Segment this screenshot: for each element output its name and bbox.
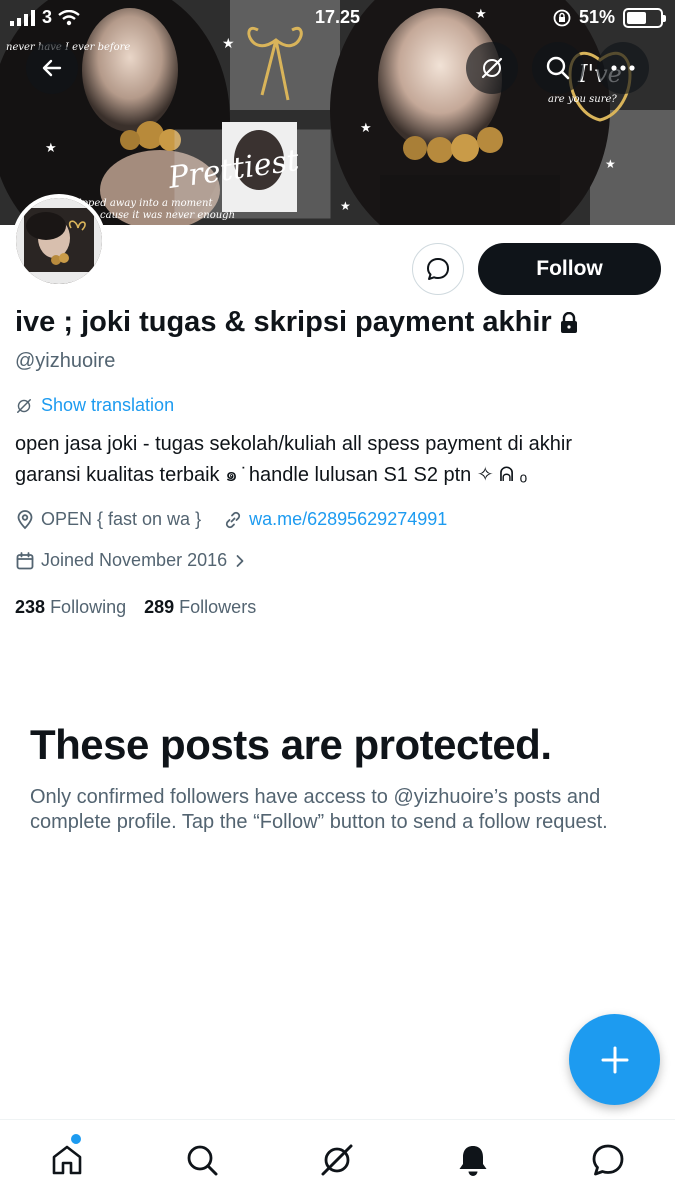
message-icon bbox=[592, 1144, 624, 1176]
website-item[interactable]: wa.me/62895629274991 bbox=[223, 509, 447, 530]
status-bar: 3 17.25 51% bbox=[0, 0, 675, 36]
bell-icon bbox=[459, 1146, 487, 1176]
profile-bio: open jasa joki - tugas sekolah/kuliah al… bbox=[15, 429, 660, 491]
status-right: 51% bbox=[553, 7, 666, 28]
banner-text-6: cause it was never enough bbox=[100, 210, 235, 221]
link-icon bbox=[226, 511, 241, 528]
show-translation-link[interactable]: Show translation bbox=[15, 395, 174, 416]
location-text: OPEN { fast on wa } bbox=[41, 509, 202, 529]
back-arrow-icon bbox=[42, 59, 62, 77]
svg-text:★: ★ bbox=[45, 141, 57, 156]
profile-avatar[interactable] bbox=[12, 194, 106, 288]
grok-translate-icon bbox=[17, 398, 31, 413]
nav-notifications[interactable] bbox=[453, 1140, 493, 1180]
bio-line-2: garansi kualitas terbaik ๑ ̇ handle lulu… bbox=[15, 464, 528, 486]
notification-dot bbox=[71, 1134, 81, 1144]
follow-button[interactable]: Follow bbox=[478, 243, 661, 295]
joined-date-row[interactable]: Joined November 2016 bbox=[15, 550, 247, 571]
chevron-right-icon bbox=[236, 554, 244, 567]
display-name-row: ive ; joki tugas & skripsi payment akhir bbox=[15, 306, 578, 339]
grok-icon bbox=[481, 57, 503, 79]
svg-text:★: ★ bbox=[360, 121, 372, 136]
user-handle: @yizhuoire bbox=[15, 350, 116, 372]
nav-grok[interactable] bbox=[317, 1140, 357, 1180]
follow-counts: 238 Following 289 Followers bbox=[15, 597, 256, 618]
message-icon bbox=[427, 258, 449, 280]
bio-line-1: open jasa joki - tugas sekolah/kuliah al… bbox=[15, 433, 572, 455]
show-translation-label: Show translation bbox=[41, 395, 175, 415]
protected-description: Only confirmed followers have access to … bbox=[30, 786, 608, 833]
home-icon bbox=[52, 1145, 82, 1175]
compose-fab-button[interactable] bbox=[569, 1014, 660, 1105]
orientation-lock-icon bbox=[553, 9, 571, 26]
search-icon bbox=[546, 56, 570, 80]
plus-icon bbox=[601, 1046, 628, 1073]
following-count: 238 bbox=[15, 597, 46, 617]
protected-title: These posts are protected. bbox=[30, 721, 552, 768]
joined-date: Joined November 2016 bbox=[41, 550, 228, 570]
grok-icon bbox=[321, 1144, 353, 1176]
nav-messages[interactable] bbox=[588, 1140, 628, 1180]
profile-banner[interactable]: ★ ★ ★ ★ ★ ★ never have I ever before Pre… bbox=[0, 0, 675, 225]
bottom-navigation bbox=[0, 1119, 675, 1200]
search-icon bbox=[187, 1145, 218, 1176]
website-link[interactable]: wa.me/62895629274991 bbox=[249, 509, 447, 530]
banner-text-3: are you sure? bbox=[548, 94, 617, 105]
profile-meta-row: OPEN { fast on wa } wa.me/62895629274991 bbox=[15, 509, 447, 530]
location-item: OPEN { fast on wa } bbox=[15, 509, 201, 530]
grok-button[interactable] bbox=[466, 42, 518, 94]
calendar-icon bbox=[16, 551, 34, 569]
back-button[interactable] bbox=[26, 42, 78, 94]
message-button[interactable] bbox=[412, 243, 464, 295]
svg-text:★: ★ bbox=[222, 36, 235, 52]
followers-label: Followers bbox=[179, 597, 257, 617]
more-icon bbox=[611, 65, 635, 71]
location-pin-icon bbox=[17, 509, 33, 529]
display-name: ive ; joki tugas & skripsi payment akhir bbox=[15, 306, 552, 338]
nav-explore[interactable] bbox=[182, 1140, 222, 1180]
following-label: Following bbox=[50, 597, 127, 617]
more-button[interactable] bbox=[597, 42, 649, 94]
followers-count-link[interactable]: 289 Followers bbox=[144, 597, 256, 618]
following-count-link[interactable]: 238 Following bbox=[15, 597, 126, 618]
svg-text:★: ★ bbox=[340, 199, 351, 213]
search-button[interactable] bbox=[532, 42, 584, 94]
svg-text:★: ★ bbox=[605, 157, 616, 171]
lock-icon bbox=[560, 311, 577, 333]
battery-icon bbox=[623, 7, 666, 28]
nav-home[interactable] bbox=[47, 1134, 87, 1180]
avatar-image bbox=[16, 198, 102, 284]
battery-percent: 51% bbox=[578, 7, 615, 27]
followers-count: 289 bbox=[144, 597, 175, 617]
